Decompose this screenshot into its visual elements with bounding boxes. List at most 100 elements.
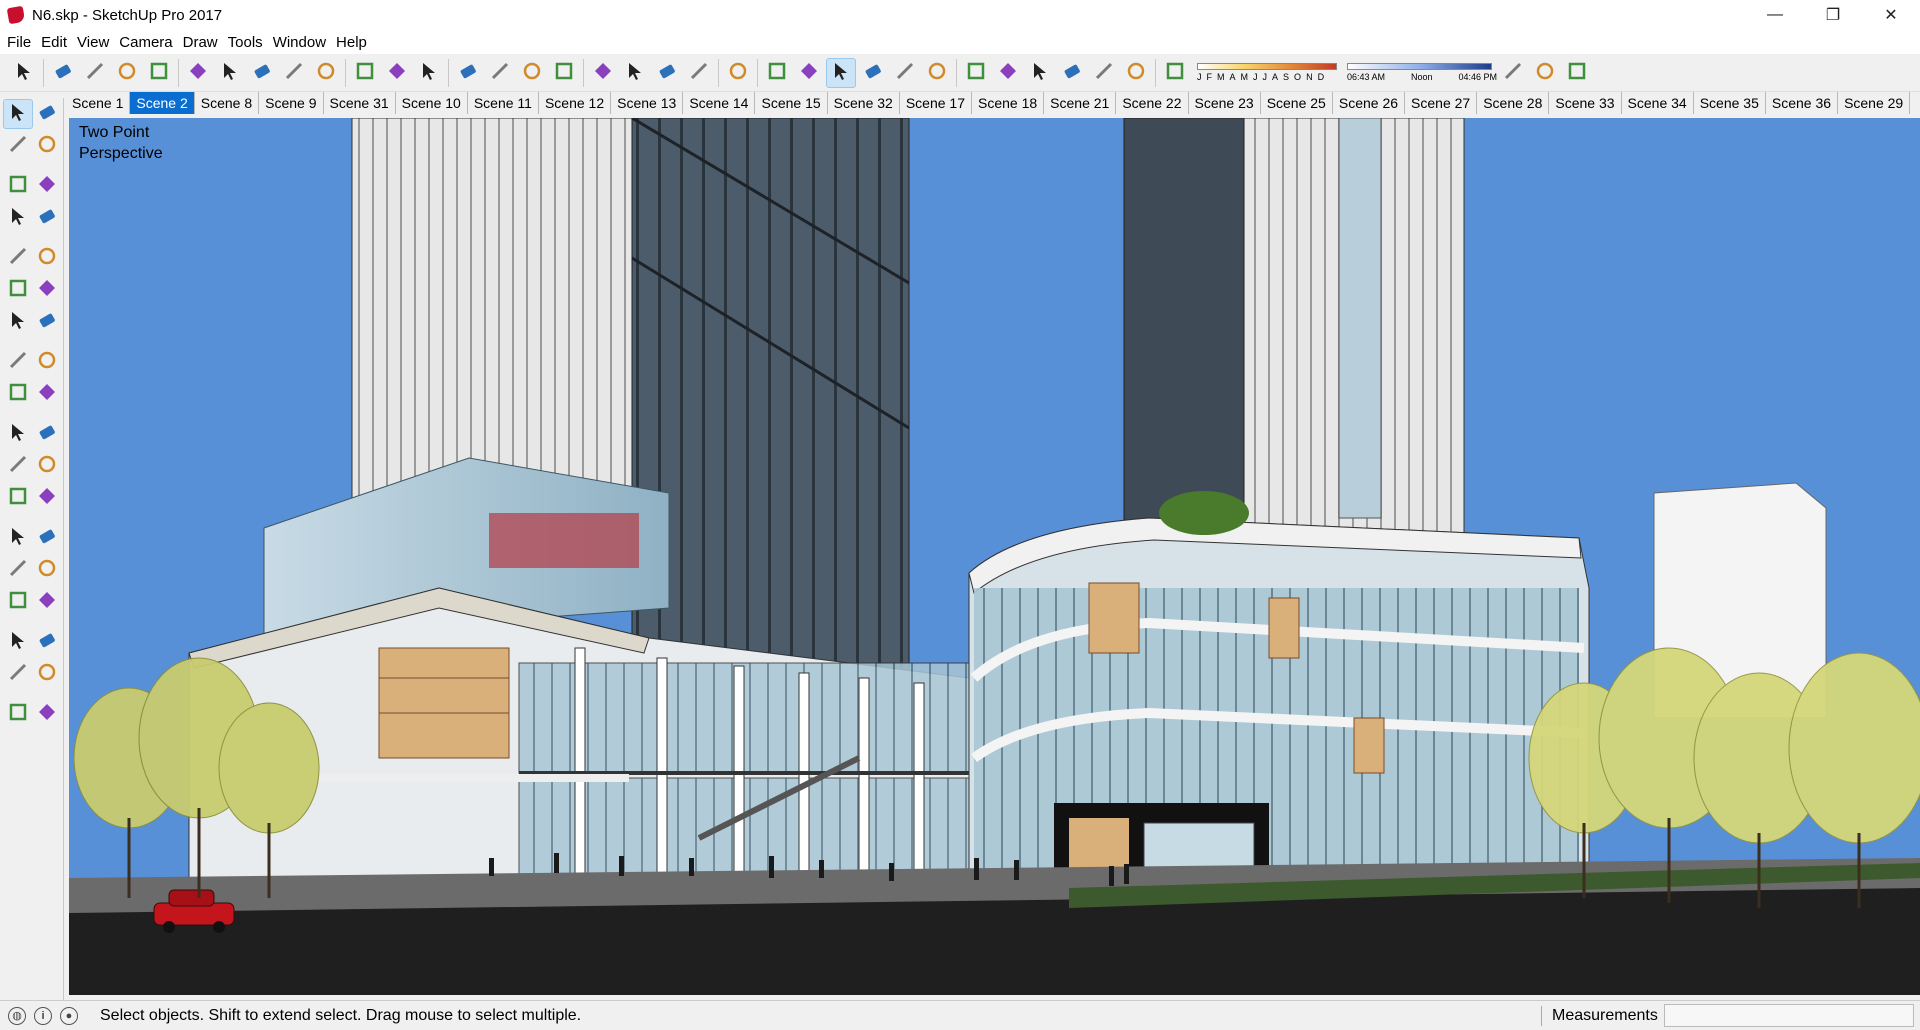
restore-button[interactable]: ❐ [1804,0,1862,30]
scene-tab[interactable]: Scene 11 [468,92,539,114]
walk-tool-button[interactable] [4,700,32,728]
scene-tab[interactable]: Scene 36 [1766,92,1839,114]
shaded-button[interactable] [859,59,887,87]
scene-tab[interactable]: Scene 14 [683,92,756,114]
zoom-extents-tool-button[interactable] [4,628,32,656]
circle-tool-button[interactable] [4,244,32,272]
drawing-viewport[interactable]: Two Point Perspective [69,118,1920,995]
user-icon[interactable]: ● [60,1006,78,1025]
position-camera-tool-button[interactable] [4,660,32,688]
orbit-tool-button[interactable] [4,556,32,584]
right-view-button[interactable] [1058,59,1086,87]
top-view-button[interactable] [994,59,1022,87]
shapes-button[interactable] [113,59,141,87]
warehouse-button[interactable] [589,59,617,87]
xray-button[interactable] [724,59,752,87]
shaded-textures-button[interactable] [891,59,919,87]
scene-tab[interactable]: Scene 1 [66,92,131,114]
iso-view-button[interactable] [962,59,990,87]
zoom-window-tool-button[interactable] [34,588,62,616]
xray-small-button[interactable] [1531,59,1559,87]
freehand-tool-button[interactable] [34,172,62,200]
push-pull-button[interactable] [184,59,212,87]
scene-tab[interactable]: Scene 28 [1477,92,1550,114]
scene-tab[interactable]: Scene 35 [1694,92,1766,114]
scale-tool-button[interactable] [4,420,32,448]
text-tool-button[interactable] [34,484,62,512]
front-view-button[interactable] [1026,59,1054,87]
credits-icon[interactable]: i [34,1006,52,1025]
axes-tool-button[interactable] [4,524,32,552]
layout-button[interactable] [653,59,681,87]
select-button[interactable] [10,59,38,87]
move-tool-button[interactable] [4,348,32,376]
scale-button[interactable] [312,59,340,87]
line-tool-button[interactable] [4,172,32,200]
export-button[interactable] [1563,59,1591,87]
polygon-tool-button[interactable] [34,244,62,272]
scene-tab[interactable]: Scene 21 [1044,92,1117,114]
scene-tab[interactable]: Scene 23 [1189,92,1261,114]
minimize-button[interactable]: — [1746,0,1804,30]
text-button[interactable] [383,59,411,87]
tape-measure-button[interactable] [351,59,379,87]
paint-tool-button[interactable] [4,132,32,160]
scene-tab[interactable]: Scene 22 [1116,92,1189,114]
scene-tab[interactable]: Scene 17 [900,92,972,114]
rectangle-tool-button[interactable] [4,204,32,232]
2pt-arc-tool-button[interactable] [34,308,62,336]
rotated-rectangle-tool-button[interactable] [34,204,62,232]
scene-tab[interactable]: Scene 29 [1838,92,1911,114]
left-view-button[interactable] [1122,59,1150,87]
scene-tab[interactable]: Scene 34 [1622,92,1694,114]
menu-camera[interactable]: Camera [114,34,177,51]
ruby-button[interactable] [685,59,713,87]
follow-me-tool-button[interactable] [34,380,62,408]
menu-tools[interactable]: Tools [223,34,268,51]
menu-edit[interactable]: Edit [36,34,72,51]
push-pull-tool-button[interactable] [34,348,62,376]
back-edges-button[interactable] [763,59,791,87]
3d-text-tool-button[interactable] [34,524,62,552]
measurements-input[interactable] [1664,1004,1914,1027]
move-button[interactable] [248,59,276,87]
pie-tool-button[interactable] [34,276,62,304]
scene-tab[interactable]: Scene 2 [130,92,195,114]
menu-help[interactable]: Help [331,34,372,51]
scene-tab[interactable]: Scene 13 [611,92,684,114]
scene-tab[interactable]: Scene 12 [539,92,612,114]
scene-tab[interactable]: Scene 32 [828,92,900,114]
look-around-tool-button[interactable] [34,660,62,688]
orbit-small-button[interactable] [1499,59,1527,87]
arc-tool-button[interactable] [4,276,32,304]
section-plane-tool-button[interactable] [34,700,62,728]
follow-me-button[interactable] [216,59,244,87]
shadow-date-slider[interactable] [1197,63,1337,70]
menu-file[interactable]: File [2,34,36,51]
zoom-tool-button[interactable] [4,588,32,616]
monochrome-button[interactable] [923,59,951,87]
scene-tab[interactable]: Scene 15 [755,92,828,114]
scene-tab[interactable]: Scene 8 [195,92,260,114]
eraser-tool-button[interactable] [34,132,62,160]
rotate-tool-button[interactable] [4,380,32,408]
paint-button[interactable] [415,59,443,87]
pan-tool-button[interactable] [34,556,62,584]
previous-tool-button[interactable] [34,628,62,656]
scene-tab[interactable]: Scene 27 [1405,92,1478,114]
close-button[interactable]: ✕ [1862,0,1920,30]
zoom-button[interactable] [518,59,546,87]
select-tool-button[interactable] [3,99,33,129]
paint-bucket-button[interactable] [145,59,173,87]
rotate-button[interactable] [280,59,308,87]
eraser-button[interactable] [49,59,77,87]
pencil-button[interactable] [81,59,109,87]
scene-tab[interactable]: Scene 26 [1333,92,1406,114]
extension-warehouse-button[interactable] [621,59,649,87]
scene-tab[interactable]: Scene 31 [324,92,396,114]
scene-tab[interactable]: Scene 9 [259,92,324,114]
orbit-button[interactable] [454,59,482,87]
scene-tab[interactable]: Scene 25 [1261,92,1333,114]
wireframe-button[interactable] [795,59,823,87]
zoom-extents-button[interactable] [550,59,578,87]
